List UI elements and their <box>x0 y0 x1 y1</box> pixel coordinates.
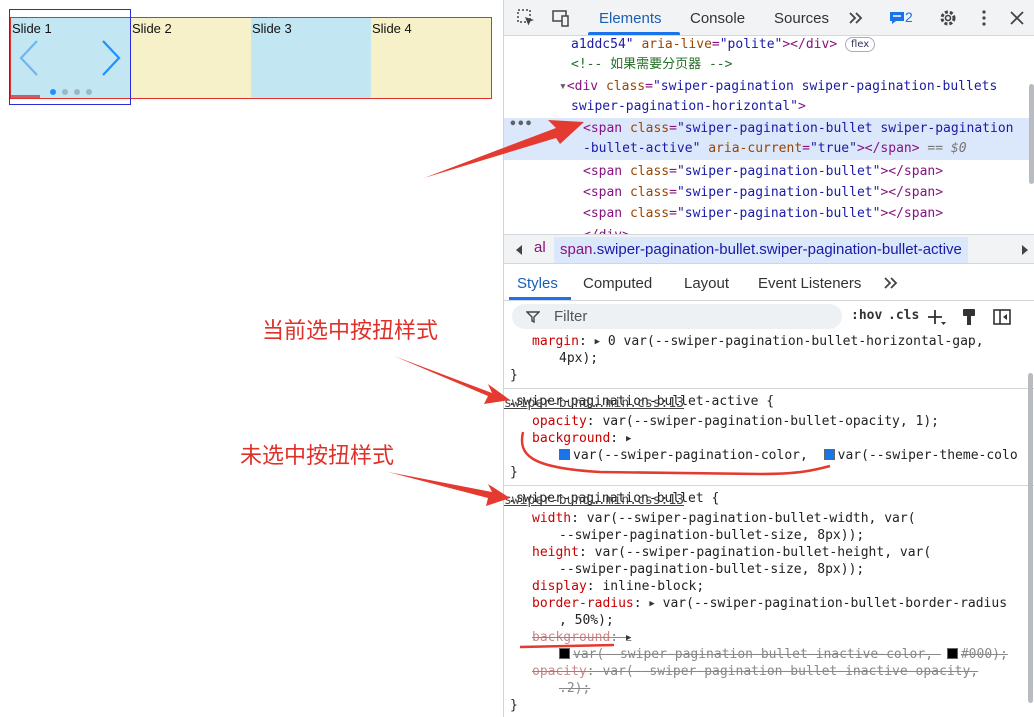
color-swatch-icon[interactable] <box>559 449 570 460</box>
css-bullet-width[interactable]: width: var(--swiper-pagination-bullet-wi… <box>532 510 916 527</box>
rule-active-source-link[interactable]: swiper-bund….min.css:13 <box>504 395 1023 412</box>
slide-4[interactable]: Slide 4 <box>371 18 491 98</box>
css-bullet-opacity-overridden[interactable]: opacity: var(--swiper-pagination-bullet-… <box>532 663 978 680</box>
slide-label: Slide 2 <box>132 21 172 36</box>
css-bullet-radius-cont: , 50%); <box>559 613 614 628</box>
expand-triangle-icon[interactable]: ▾ <box>559 79 567 94</box>
demo-page: Slide 1 Slide 2 Slide 3 Slide 4 当前选中按扭样式… <box>0 0 503 717</box>
dom-node-bullet[interactable]: <span class="swiper-pagination-bullet"><… <box>583 182 943 203</box>
device-toolbar-icon[interactable] <box>550 8 570 28</box>
css-bullet-height[interactable]: height: var(--swiper-pagination-bullet-h… <box>532 544 931 561</box>
dom-node-bullet[interactable]: <span class="swiper-pagination-bullet"><… <box>583 161 943 182</box>
rule-bullet-source-link[interactable]: swiper-bund….min.css:13 <box>504 492 1023 509</box>
breadcrumb: al span.swiper-pagination-bullet.swiper-… <box>504 234 1034 264</box>
tab-sources[interactable]: Sources <box>774 0 829 36</box>
color-swatch-icon[interactable] <box>823 449 835 460</box>
css-bullet-opacity-cont: .2); <box>559 681 591 696</box>
css-rule-end: } <box>510 368 518 383</box>
class-toggle[interactable]: .cls <box>888 308 919 323</box>
tab-computed[interactable]: Computed <box>583 265 652 301</box>
dom-tree: a1ddc54" aria-live="polite"></div> flex … <box>504 36 1034 234</box>
annotation-active-style: 当前选中按扭样式 <box>262 319 439 344</box>
close-icon[interactable] <box>1007 8 1027 28</box>
css-bullet-height-cont: --swiper-pagination-bullet-size, 8px)); <box>559 562 865 577</box>
inspected-element-highlight <box>9 9 131 105</box>
filter-input[interactable]: Filter <box>512 304 842 329</box>
flex-badge[interactable]: flex <box>844 37 876 52</box>
slide-label: Slide 3 <box>252 21 292 36</box>
breadcrumb-prev[interactable]: al <box>534 239 546 256</box>
node-menu-icon[interactable]: ••• <box>509 114 532 135</box>
styles-pane: margin: ▶ 0 var(--swiper-pagination-bull… <box>504 333 1034 717</box>
css-bullet-background-value[interactable]: var(--swiper-pagination-bullet-inactive-… <box>559 646 1008 663</box>
more-options-icon[interactable] <box>974 8 994 28</box>
css-active-background-value[interactable]: var(--swiper-pagination-color, var(--swi… <box>559 447 1018 464</box>
css-bullet-width-cont: --swiper-pagination-bullet-size, 8px)); <box>559 528 865 543</box>
css-margin-line[interactable]: margin: ▶ 0 var(--swiper-pagination-bull… <box>532 333 984 350</box>
active-subtab-indicator <box>509 297 571 300</box>
filter-funnel-icon <box>526 311 540 324</box>
active-tab-indicator <box>588 32 680 35</box>
css-bullet-radius[interactable]: border-radius: ▶ var(--swiper-pagination… <box>532 595 1007 612</box>
css-active-opacity[interactable]: opacity: var(--swiper-pagination-bullet-… <box>532 413 939 430</box>
css-bullet-background-overridden[interactable]: background: ▶ <box>532 629 631 646</box>
toggle-sidebar-icon[interactable] <box>992 307 1012 327</box>
slide-3[interactable]: Slide 3 <box>251 18 371 98</box>
slide-label: Slide 4 <box>372 21 412 36</box>
dom-node-div-close[interactable]: </div> <box>583 225 630 234</box>
css-bullet-display[interactable]: display: inline-block; <box>532 578 704 595</box>
styles-subtabs: Styles Computed Layout Event Listeners <box>504 265 1034 301</box>
add-style-rule-icon[interactable] <box>925 307 947 327</box>
rule-separator <box>504 485 1034 486</box>
issues-icon[interactable] <box>887 8 907 28</box>
css-active-background[interactable]: background: ▶ <box>532 430 631 447</box>
color-swatch-icon[interactable] <box>559 648 570 659</box>
issues-count[interactable]: 2 <box>905 9 913 25</box>
dom-node-selected[interactable]: ••• <span class="swiper-pagination-bulle… <box>504 117 1034 160</box>
dom-comment[interactable]: <!-- 如果需要分页器 --> <box>571 54 732 75</box>
filter-placeholder: Filter <box>554 308 588 325</box>
slide-2[interactable]: Slide 2 <box>131 18 251 98</box>
tab-console[interactable]: Console <box>690 0 745 36</box>
breadcrumb-right-icon[interactable] <box>1020 244 1030 256</box>
dom-node-pagination-div-cont[interactable]: swiper-pagination-horizontal"> <box>571 96 806 117</box>
css-margin-cont: 4px); <box>559 351 599 366</box>
css-rule-end: } <box>510 698 518 713</box>
tab-event-listeners[interactable]: Event Listeners <box>758 265 861 301</box>
hover-state-toggle[interactable]: :hov <box>851 308 882 323</box>
tab-styles[interactable]: Styles <box>517 265 558 301</box>
breadcrumb-current[interactable]: span.swiper-pagination-bullet.swiper-pag… <box>554 237 968 263</box>
css-rule-end: } <box>510 465 518 480</box>
devtools-panel: Elements Console Sources 2 a1ddc54" aria… <box>503 0 1034 717</box>
tab-elements[interactable]: Elements <box>599 0 662 36</box>
breadcrumb-left-icon[interactable] <box>514 244 524 256</box>
color-swatch-icon[interactable] <box>946 648 958 659</box>
rule-separator <box>504 388 1034 389</box>
inspect-element-icon[interactable] <box>516 8 536 28</box>
styles-filter-bar: Filter :hov .cls <box>504 301 1034 333</box>
settings-gear-icon[interactable] <box>938 8 958 28</box>
more-tabs-chevron-icon[interactable] <box>846 8 866 28</box>
devtools-toolbar: Elements Console Sources 2 <box>504 0 1034 36</box>
dom-node-text[interactable]: a1ddc54" aria-live="polite"></div> flex <box>571 36 876 55</box>
dom-tree-scrollbar[interactable] <box>1029 84 1034 184</box>
styles-scrollbar[interactable] <box>1028 373 1033 703</box>
dom-node-pagination-div[interactable]: ▾<div class="swiper-pagination swiper-pa… <box>559 76 997 97</box>
more-subtabs-chevron-icon[interactable] <box>882 275 900 291</box>
dom-node-bullet[interactable]: <span class="swiper-pagination-bullet"><… <box>583 203 943 224</box>
annotation-inactive-style: 未选中按扭样式 <box>240 444 395 469</box>
paint-brush-icon[interactable] <box>960 307 978 327</box>
tab-layout[interactable]: Layout <box>684 265 729 301</box>
